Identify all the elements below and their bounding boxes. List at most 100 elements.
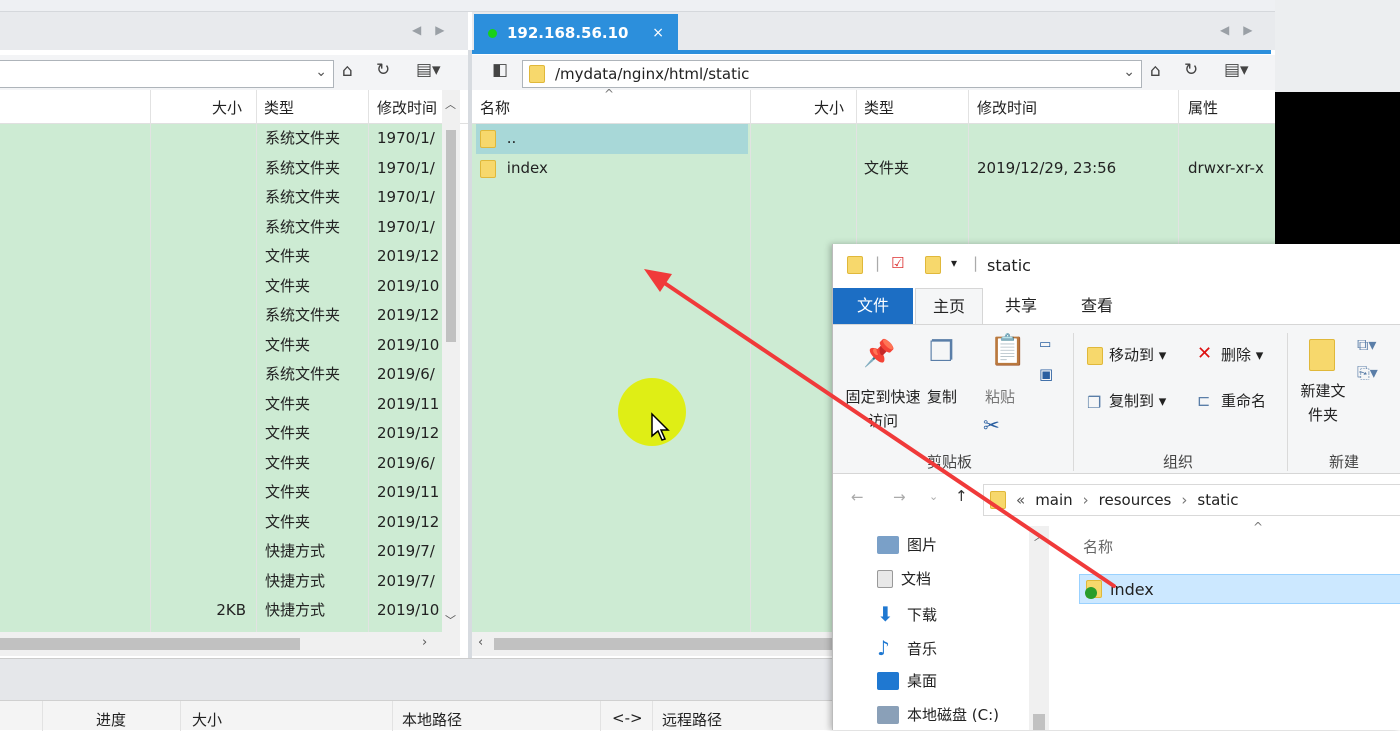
table-row[interactable]: 文件夹 2019/12 [0, 419, 442, 449]
pin-to-quick-access-button[interactable]: 固定到快速访问 [843, 385, 923, 433]
table-row[interactable]: 系统文件夹 1970/1/ [0, 183, 442, 213]
transfer-col-progress[interactable]: 进度 [96, 709, 126, 730]
scroll-up-icon[interactable]: ︿ [445, 96, 456, 112]
header-modified[interactable]: 修改时间 [977, 97, 1037, 118]
nav-item-pictures[interactable]: 图片 [877, 534, 937, 555]
breadcrumb-resources[interactable]: resources [1099, 491, 1172, 509]
transfer-col-local[interactable]: 本地路径 [402, 709, 462, 730]
remote-path-input[interactable]: /mydata/nginx/html/static ⌄ [522, 60, 1142, 88]
address-bar[interactable]: « main › resources › static [983, 484, 1400, 516]
scrollbar-thumb[interactable] [0, 638, 300, 650]
copy-to-button[interactable]: 复制到 ▾ [1109, 389, 1166, 413]
nav-item-music[interactable]: ♪ 音乐 [877, 636, 937, 660]
nav-item-desktop[interactable]: 桌面 [877, 670, 937, 691]
column-name-header[interactable]: 名称 [1083, 536, 1113, 557]
scroll-down-icon[interactable]: ﹀ [445, 612, 456, 628]
recent-icon[interactable]: ⌄ [929, 490, 938, 503]
transfer-col-size[interactable]: 大小 [192, 709, 222, 730]
breadcrumb-static[interactable]: static [1197, 491, 1238, 509]
table-row[interactable]: 系统文件夹 1970/1/ [0, 124, 442, 154]
paste-button[interactable]: 粘贴 [985, 385, 1015, 409]
table-row[interactable]: 文件夹 2019/12 [0, 508, 442, 538]
chevron-down-icon[interactable]: ⌄ [315, 64, 327, 80]
table-row[interactable]: 文件夹 2019/12 [0, 242, 442, 272]
header-type[interactable]: 类型 [264, 97, 294, 118]
overflow-crumbs[interactable]: « [1016, 491, 1025, 509]
table-row[interactable]: 系统文件夹 1970/1/ [0, 154, 442, 184]
customize-toolbar-icon[interactable]: ▾ [951, 256, 957, 270]
tab-scroll-arrows[interactable]: ◀▶ [1220, 23, 1266, 37]
file-item-index[interactable]: index [1079, 574, 1400, 604]
header-type[interactable]: 类型 [864, 97, 894, 118]
left-vertical-scrollbar[interactable]: ︿ ﹀ [442, 90, 460, 632]
nav-scrollbar[interactable]: ︿ [1029, 526, 1049, 730]
left-file-list[interactable]: 系统文件夹 1970/1/系统文件夹 1970/1/系统文件夹 1970/1/系统文件… [0, 124, 442, 632]
nav-item-downloads[interactable]: ⬇ 下载 [877, 602, 937, 626]
tab-file[interactable]: 文件 [833, 288, 913, 324]
table-row[interactable]: 系统文件夹 2019/6/ [0, 360, 442, 390]
table-row[interactable]: 文件夹 2019/10 [0, 272, 442, 302]
easy-access-icon[interactable]: ⎘▾ [1357, 363, 1378, 383]
home-folder-icon[interactable]: ⌂ [342, 61, 353, 81]
move-to-button[interactable]: 移动到 ▾ [1109, 343, 1166, 367]
tab-session[interactable]: 192.168.56.10 × [474, 14, 678, 52]
table-row[interactable]: 快捷方式 2019/7/ [0, 567, 442, 597]
navigation-pane[interactable]: 图片 文档 ⬇ 下载 ♪ 音乐 桌面 本地磁盘 (C:) [833, 524, 1051, 730]
copy-button[interactable]: 复制 [927, 385, 957, 409]
header-attrs[interactable]: 属性 [1188, 97, 1218, 118]
left-horizontal-scrollbar[interactable]: › [0, 632, 460, 656]
breadcrumb-main[interactable]: main [1035, 491, 1072, 509]
header-size[interactable]: 大小 [212, 97, 242, 118]
refresh-icon[interactable]: ↻ [1184, 60, 1198, 80]
refresh-icon[interactable]: ↻ [376, 60, 390, 80]
up-icon[interactable]: ↑ [955, 487, 968, 505]
rename-button[interactable]: 重命名 [1221, 389, 1266, 413]
transfer-col-direction[interactable]: <-> [612, 709, 643, 727]
table-row[interactable]: 文件夹 2019/6/ [0, 449, 442, 479]
table-row-parent[interactable]: .. [476, 124, 748, 154]
new-folder-button[interactable]: 新建文件夹 [1295, 379, 1351, 427]
table-row[interactable]: 系统文件夹 1970/1/ [0, 213, 442, 243]
tab-home[interactable]: 主页 [915, 288, 983, 325]
paste-icon: 📋 [989, 333, 1027, 368]
back-icon[interactable]: ← [851, 488, 864, 506]
table-row[interactable]: 文件夹 2019/10 [0, 331, 442, 361]
new-folder-quick-icon[interactable] [925, 256, 941, 274]
header-size[interactable]: 大小 [814, 97, 844, 118]
scrollbar-thumb[interactable] [446, 130, 456, 342]
properties-icon[interactable]: ☑ [891, 254, 904, 272]
sidebar-toggle-icon[interactable]: ◧ [492, 60, 508, 80]
view-toggle-icon[interactable]: ▤▾ [416, 60, 441, 80]
close-icon[interactable]: × [652, 25, 664, 41]
tab-scroll-arrows[interactable]: ◀▶ [412, 23, 458, 37]
tab-view[interactable]: 查看 [1065, 288, 1129, 324]
new-item-icon[interactable]: ⧉▾ [1357, 335, 1376, 355]
delete-button[interactable]: 删除 ▾ [1221, 343, 1263, 367]
table-row[interactable]: 文件夹 2019/11 [0, 478, 442, 508]
scroll-right-icon[interactable]: › [422, 635, 427, 650]
explorer-window[interactable]: | ☑ ▾ | static 文件 主页 共享 查看 📌 固定到快速访问 ❐ 复… [832, 244, 1400, 730]
nav-item-documents[interactable]: 文档 [877, 568, 931, 589]
header-name[interactable]: 名称 [480, 97, 510, 118]
folder-icon [529, 65, 545, 83]
table-row[interactable]: 快捷方式 2019/7/ [0, 537, 442, 567]
tab-share[interactable]: 共享 [991, 288, 1051, 324]
nav-item-local-disk[interactable]: 本地磁盘 (C:) [877, 704, 999, 725]
cut-icon[interactable]: ✂ [983, 413, 1000, 437]
table-row[interactable]: 文件夹 2019/11 [0, 390, 442, 420]
transfer-col-remote[interactable]: 远程路径 [662, 709, 722, 730]
folder-sync-icon [1085, 580, 1102, 599]
copy-path-icon[interactable]: ▭ [1039, 337, 1051, 352]
home-folder-icon[interactable]: ⌂ [1150, 61, 1161, 81]
table-row[interactable]: 系统文件夹 2019/12 [0, 301, 442, 331]
forward-icon[interactable]: → [893, 488, 906, 506]
table-row-index[interactable]: index 文件夹 2019/12/29, 23:56 drwxr-xr-x [476, 154, 1266, 184]
chevron-down-icon[interactable]: ⌄ [1123, 64, 1135, 80]
file-name: index [1110, 579, 1154, 599]
scroll-left-icon[interactable]: ‹ [478, 635, 483, 650]
table-row[interactable]: 2KB 快捷方式 2019/10 [0, 596, 442, 626]
paste-shortcut-icon[interactable]: ▣ [1039, 365, 1053, 383]
header-modified[interactable]: 修改时间 [377, 97, 439, 118]
view-toggle-icon[interactable]: ▤▾ [1224, 60, 1249, 80]
left-path-input[interactable]: ⌄ [0, 60, 334, 88]
